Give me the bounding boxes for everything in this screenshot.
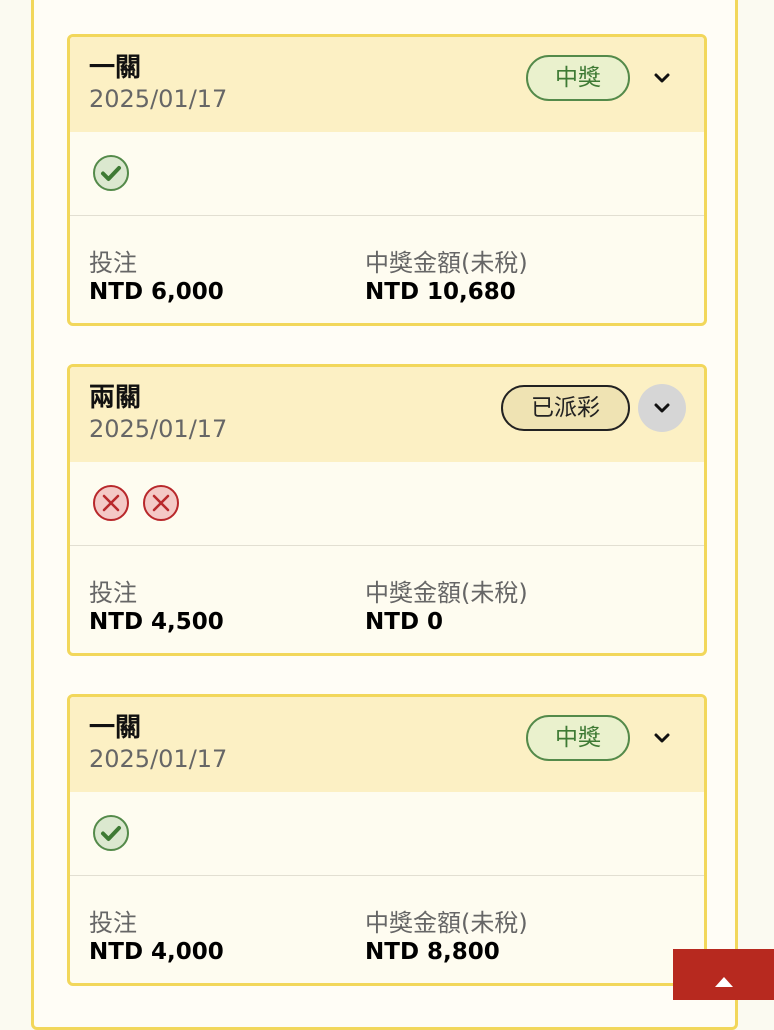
stake-value: NTD 6,000 bbox=[89, 279, 224, 305]
leg-results-row bbox=[70, 792, 704, 876]
stake-value: NTD 4,000 bbox=[89, 939, 224, 965]
bet-card-header[interactable]: 一關 2025/01/17 中獎 bbox=[70, 37, 704, 132]
bet-date: 2025/01/17 bbox=[89, 415, 228, 443]
expand-button[interactable] bbox=[638, 54, 686, 102]
leg-results-row bbox=[70, 132, 704, 216]
status-badge: 中獎 bbox=[526, 715, 630, 761]
arrow-up-icon bbox=[714, 977, 733, 987]
prize-label: 中獎金額(未稅) bbox=[365, 909, 528, 937]
prize-label: 中獎金額(未稅) bbox=[365, 579, 528, 607]
bet-date: 2025/01/17 bbox=[89, 85, 228, 113]
check-circle-icon bbox=[93, 815, 129, 851]
chevron-down-icon bbox=[654, 403, 670, 413]
chevron-down-icon bbox=[654, 733, 670, 743]
stake-label: 投注 bbox=[89, 249, 137, 277]
prize-value: NTD 8,800 bbox=[365, 939, 500, 965]
bet-card: 一關 2025/01/17 中獎 投注 NTD 6,000 中獎金額(未稅) N… bbox=[67, 34, 707, 326]
bet-type-title: 兩關 bbox=[89, 383, 142, 413]
prize-label: 中獎金額(未稅) bbox=[365, 249, 528, 277]
x-circle-icon bbox=[93, 485, 129, 521]
prize-value: NTD 10,680 bbox=[365, 279, 516, 305]
bet-card: 一關 2025/01/17 中獎 投注 NTD 4,000 中獎金額(未稅) N… bbox=[67, 694, 707, 986]
bet-date: 2025/01/17 bbox=[89, 745, 228, 773]
bet-type-title: 一關 bbox=[89, 713, 142, 743]
expand-button[interactable] bbox=[638, 384, 686, 432]
expand-button[interactable] bbox=[638, 714, 686, 762]
stake-label: 投注 bbox=[89, 579, 137, 607]
bet-card: 兩關 2025/01/17 已派彩 投注 NTD 4,500 中獎金額(未稅) … bbox=[67, 364, 707, 656]
x-circle-icon bbox=[143, 485, 179, 521]
bet-type-title: 一關 bbox=[89, 53, 142, 83]
chevron-down-icon bbox=[654, 73, 670, 83]
status-badge: 中獎 bbox=[526, 55, 630, 101]
stake-label: 投注 bbox=[89, 909, 137, 937]
back-to-top-button[interactable] bbox=[673, 949, 774, 1000]
leg-results-row bbox=[70, 462, 704, 546]
bet-card-header[interactable]: 一關 2025/01/17 中獎 bbox=[70, 697, 704, 792]
stake-value: NTD 4,500 bbox=[89, 609, 224, 635]
bet-card-header[interactable]: 兩關 2025/01/17 已派彩 bbox=[70, 367, 704, 462]
check-circle-icon bbox=[93, 155, 129, 191]
status-badge: 已派彩 bbox=[501, 385, 630, 431]
prize-value: NTD 0 bbox=[365, 609, 444, 635]
